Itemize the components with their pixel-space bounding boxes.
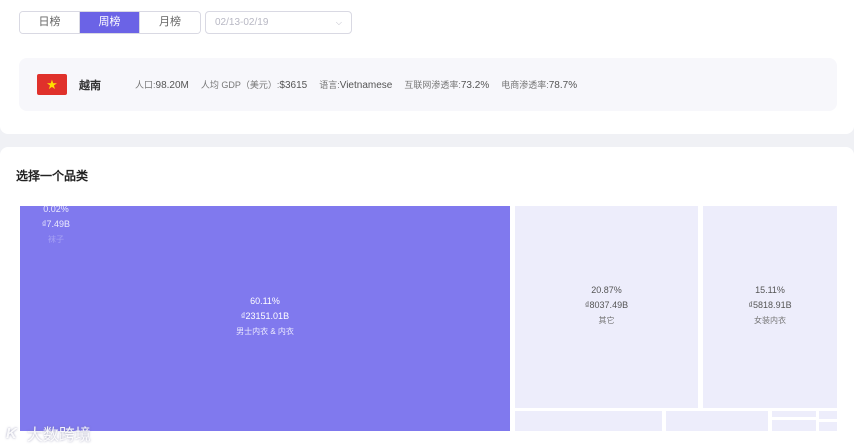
tile-small-overlay: 0.02% ₫7.49B 袜子 [20,206,92,247]
tile-name: 袜子 [48,235,64,244]
vietnam-flag-icon: ★ [37,74,67,95]
watermark-logo: K [6,424,17,442]
tile-amount: ₫7.49B [41,219,71,229]
treemap-tile-small[interactable] [772,411,816,417]
treemap-tile-womens-underwear[interactable]: 15.11% ₫5818.91B 女装内衣 [703,206,837,408]
stat-internet-penetration: 互联网渗透率:73.2% [404,80,490,91]
country-stats: 人口:98.20M 人均 GDP（美元）:$3615 语言:Vietnamese… [135,78,589,91]
treemap-tile-small[interactable] [515,411,662,431]
treemap-tile-mens-underwear[interactable]: 60.11% ₫23151.01B 男士内衣 & 内衣 0.02% ₫7.49B… [20,206,510,431]
header-panel: 日榜 周榜 月榜 02/13-02/19 ⌵ ★ 越南 人口:98.20M 人均… [0,0,854,134]
treemap-tile-small[interactable] [819,411,837,419]
tile-name: 男士内衣 & 内衣 [236,327,294,336]
tile-amount: ₫8037.49B [584,300,629,310]
stat-ecommerce-penetration: 电商渗透率:78.7% [501,80,578,91]
category-treemap: 60.11% ₫23151.01B 男士内衣 & 内衣 0.02% ₫7.49B… [0,147,854,447]
country-info-card: ★ 越南 人口:98.20M 人均 GDP（美元）:$3615 语言:Vietn… [19,58,837,111]
watermark: K 大数跨境 [6,421,91,445]
tile-percent: 0.02% [43,206,69,214]
tab-monthly[interactable]: 月榜 [140,12,200,33]
tile-amount: ₫23151.01B [240,311,290,321]
category-panel: 选择一个品类 60.11% ₫23151.01B 男士内衣 & 内衣 0.02%… [0,147,854,447]
date-range-placeholder: 02/13-02/19 [215,17,269,28]
period-tabs: 日榜 周榜 月榜 [19,11,201,34]
treemap-tile-small[interactable] [819,422,837,431]
tile-percent: 20.87% [591,285,622,295]
tile-name: 女装内衣 [754,316,786,325]
tile-name: 其它 [598,316,615,325]
stat-population: 人口:98.20M [135,80,189,91]
tile-percent: 15.11% [755,285,785,295]
tab-weekly[interactable]: 周榜 [80,12,140,33]
date-range-select[interactable]: 02/13-02/19 ⌵ [205,11,352,34]
stat-gdp: 人均 GDP（美元）:$3615 [200,80,308,91]
tab-daily[interactable]: 日榜 [20,12,80,33]
watermark-text: 大数跨境 [26,427,91,444]
country-name: 越南 [79,80,101,92]
stat-language: 语言:Vietnamese [319,80,393,91]
tile-amount: ₫5818.91B [748,300,792,310]
tile-percent: 60.11% [250,296,280,306]
treemap-tile-other[interactable]: 20.87% ₫8037.49B 其它 [515,206,698,408]
chevron-down-icon: ⌵ [335,18,342,27]
treemap-tile-small[interactable] [772,420,816,431]
treemap-tile-small[interactable] [666,411,768,431]
